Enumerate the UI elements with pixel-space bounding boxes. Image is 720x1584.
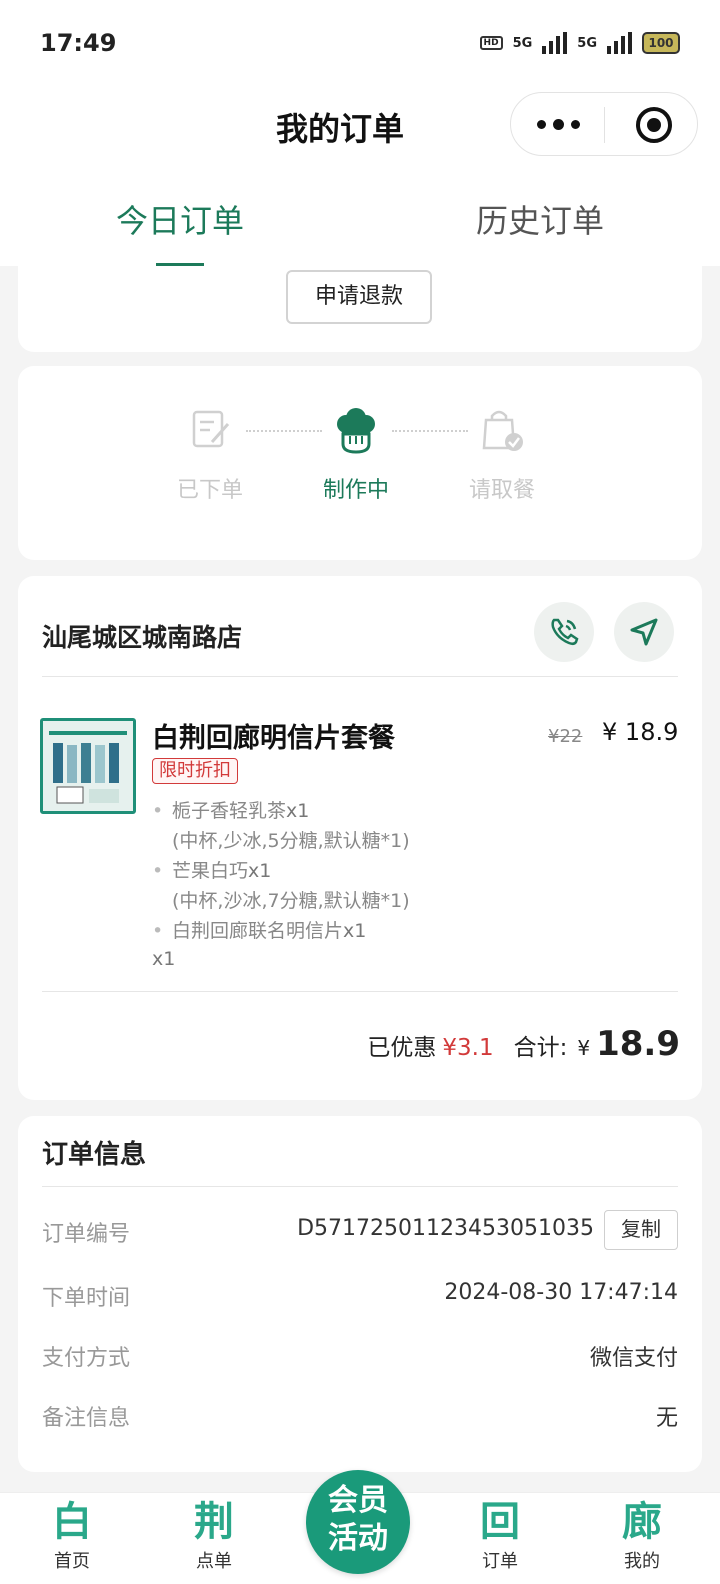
member-line-2: 活动 xyxy=(328,1521,388,1556)
step-ordered: 已下单 xyxy=(150,406,270,504)
nav-bar: 我的订单 xyxy=(0,86,720,166)
item-name: 栀子香轻乳茶 xyxy=(172,800,287,822)
order-number-row: 订单编号 D57172501123453051035 复制 xyxy=(42,1210,678,1250)
status-bar: 17:49 HD 5G 5G 100 xyxy=(0,0,720,86)
signal-icon-2 xyxy=(607,32,632,54)
product-quantity: x1 xyxy=(152,948,176,970)
item-spec: (中杯,沙冰,7分糖,默认糖*1) xyxy=(172,890,410,912)
chef-hat-icon xyxy=(332,406,380,454)
call-store-button[interactable] xyxy=(534,602,594,662)
item-name: 芒果白巧 xyxy=(172,860,249,882)
home-icon: 白 xyxy=(52,1498,92,1545)
item-qty: x1 xyxy=(343,920,367,942)
total-label: 合计: xyxy=(513,1035,568,1061)
payment-value: 微信支付 xyxy=(589,1346,678,1371)
total-symbol: ¥ xyxy=(577,1036,591,1060)
order-time-label: 下单时间 xyxy=(42,1286,131,1311)
store-card: 汕尾城区城南路店 白荆回廊明信片套餐 限时折扣 ¥22 ¥ 18.9 • 栀子香… xyxy=(18,576,702,1100)
network-label-2: 5G xyxy=(577,35,597,51)
order-number-label: 订单编号 xyxy=(42,1222,131,1247)
step-making: 制作中 xyxy=(296,406,416,504)
item-qty: x1 xyxy=(286,800,310,822)
nav-item-home[interactable]: 白 首页 xyxy=(12,1495,132,1573)
item-spec: (中杯,少冰,5分糖,默认糖*1) xyxy=(172,830,410,852)
discount-tag: 限时折扣 xyxy=(152,758,238,784)
nav-item-order-menu[interactable]: 荆 点单 xyxy=(154,1495,274,1573)
order-form-icon xyxy=(186,406,234,454)
total-value: 18.9 xyxy=(596,1024,680,1064)
step-label: 制作中 xyxy=(322,478,389,503)
note-row: 备注信息 无 xyxy=(42,1394,678,1434)
member-line-1: 会员 xyxy=(328,1483,388,1518)
refund-card: 申请退款 xyxy=(18,266,702,352)
order-info-card: 订单信息 订单编号 D57172501123453051035 复制 下单时间 … xyxy=(18,1116,702,1472)
phone-icon xyxy=(551,618,579,646)
nav-item-mine[interactable]: 廊 我的 xyxy=(582,1495,702,1573)
order-time-row: 下单时间 2024-08-30 17:47:14 xyxy=(42,1274,678,1314)
product-image xyxy=(40,718,136,814)
note-label: 备注信息 xyxy=(42,1406,131,1431)
battery-icon: 100 xyxy=(642,32,680,54)
divider xyxy=(42,991,678,992)
order-time-value: 2024-08-30 17:47:14 xyxy=(444,1280,678,1305)
current-price: ¥ 18.9 xyxy=(602,718,678,746)
order-info-title: 订单信息 xyxy=(42,1140,147,1170)
network-label-1: 5G xyxy=(512,35,533,51)
price-value: 18.9 xyxy=(624,718,679,746)
status-time: 17:49 xyxy=(40,29,117,57)
payment-row: 支付方式 微信支付 xyxy=(42,1334,678,1374)
member-activity-button[interactable]: 会员 活动 xyxy=(306,1470,410,1574)
nav-label: 首页 xyxy=(54,1551,90,1572)
order-tabs: 今日订单 历史订单 xyxy=(0,166,720,266)
status-icons: HD 5G 5G 100 xyxy=(479,32,680,54)
nav-label: 订单 xyxy=(482,1551,518,1572)
divider xyxy=(42,676,678,677)
navigation-arrow-icon xyxy=(630,618,658,646)
shopping-bag-icon xyxy=(478,406,526,454)
more-icon[interactable] xyxy=(537,119,580,130)
progress-card: 已下单 制作中 请取餐 xyxy=(18,366,702,560)
capsule-divider xyxy=(604,107,605,143)
orders-icon: 回 xyxy=(480,1498,520,1545)
item-name: 白荆回廊联名明信片 xyxy=(172,920,344,942)
nav-item-orders[interactable]: 回 订单 xyxy=(440,1495,560,1573)
combo-items: • 栀子香轻乳茶x1 (中杯,少冰,5分糖,默认糖*1) • 芒果白巧x1 (中杯,… xyxy=(152,796,652,946)
signal-icon xyxy=(542,32,568,54)
nav-label: 点单 xyxy=(196,1551,232,1572)
price-symbol: ¥ xyxy=(602,718,618,746)
note-value: 无 xyxy=(655,1406,678,1431)
original-price: ¥22 xyxy=(548,726,583,747)
step-pickup: 请取餐 xyxy=(442,406,562,504)
product-name: 白荆回廊明信片套餐 xyxy=(152,723,395,754)
refund-button[interactable]: 申请退款 xyxy=(286,270,432,324)
item-qty: x1 xyxy=(248,860,272,882)
profile-icon: 廊 xyxy=(622,1498,662,1545)
order-number-value: D57172501123453051035 xyxy=(297,1216,594,1241)
discount-label: 已优惠 xyxy=(367,1035,437,1061)
list-item: • 栀子香轻乳茶x1 xyxy=(152,800,310,822)
tab-today-orders[interactable]: 今日订单 xyxy=(0,196,360,242)
payment-label: 支付方式 xyxy=(42,1346,131,1371)
close-target-icon[interactable] xyxy=(636,107,672,143)
step-label: 已下单 xyxy=(176,478,243,503)
mini-program-capsule xyxy=(510,92,698,156)
nav-label: 我的 xyxy=(624,1551,660,1572)
list-item: • 芒果白巧x1 xyxy=(152,860,272,882)
tab-history-orders[interactable]: 历史订单 xyxy=(360,196,720,242)
step-label: 请取餐 xyxy=(468,478,535,503)
store-name: 汕尾城区城南路店 xyxy=(42,623,243,652)
hd-icon: HD xyxy=(479,36,503,50)
copy-button[interactable]: 复制 xyxy=(604,1210,678,1250)
discount-value: ¥3.1 xyxy=(442,1035,494,1061)
navigate-button[interactable] xyxy=(614,602,674,662)
menu-icon: 荆 xyxy=(194,1498,234,1545)
order-summary: 已优惠 ¥3.1 合计: ¥ 18.9 xyxy=(367,1024,680,1064)
divider xyxy=(42,1186,678,1187)
list-item: • 白荆回廊联名明信片x1 xyxy=(152,920,367,942)
